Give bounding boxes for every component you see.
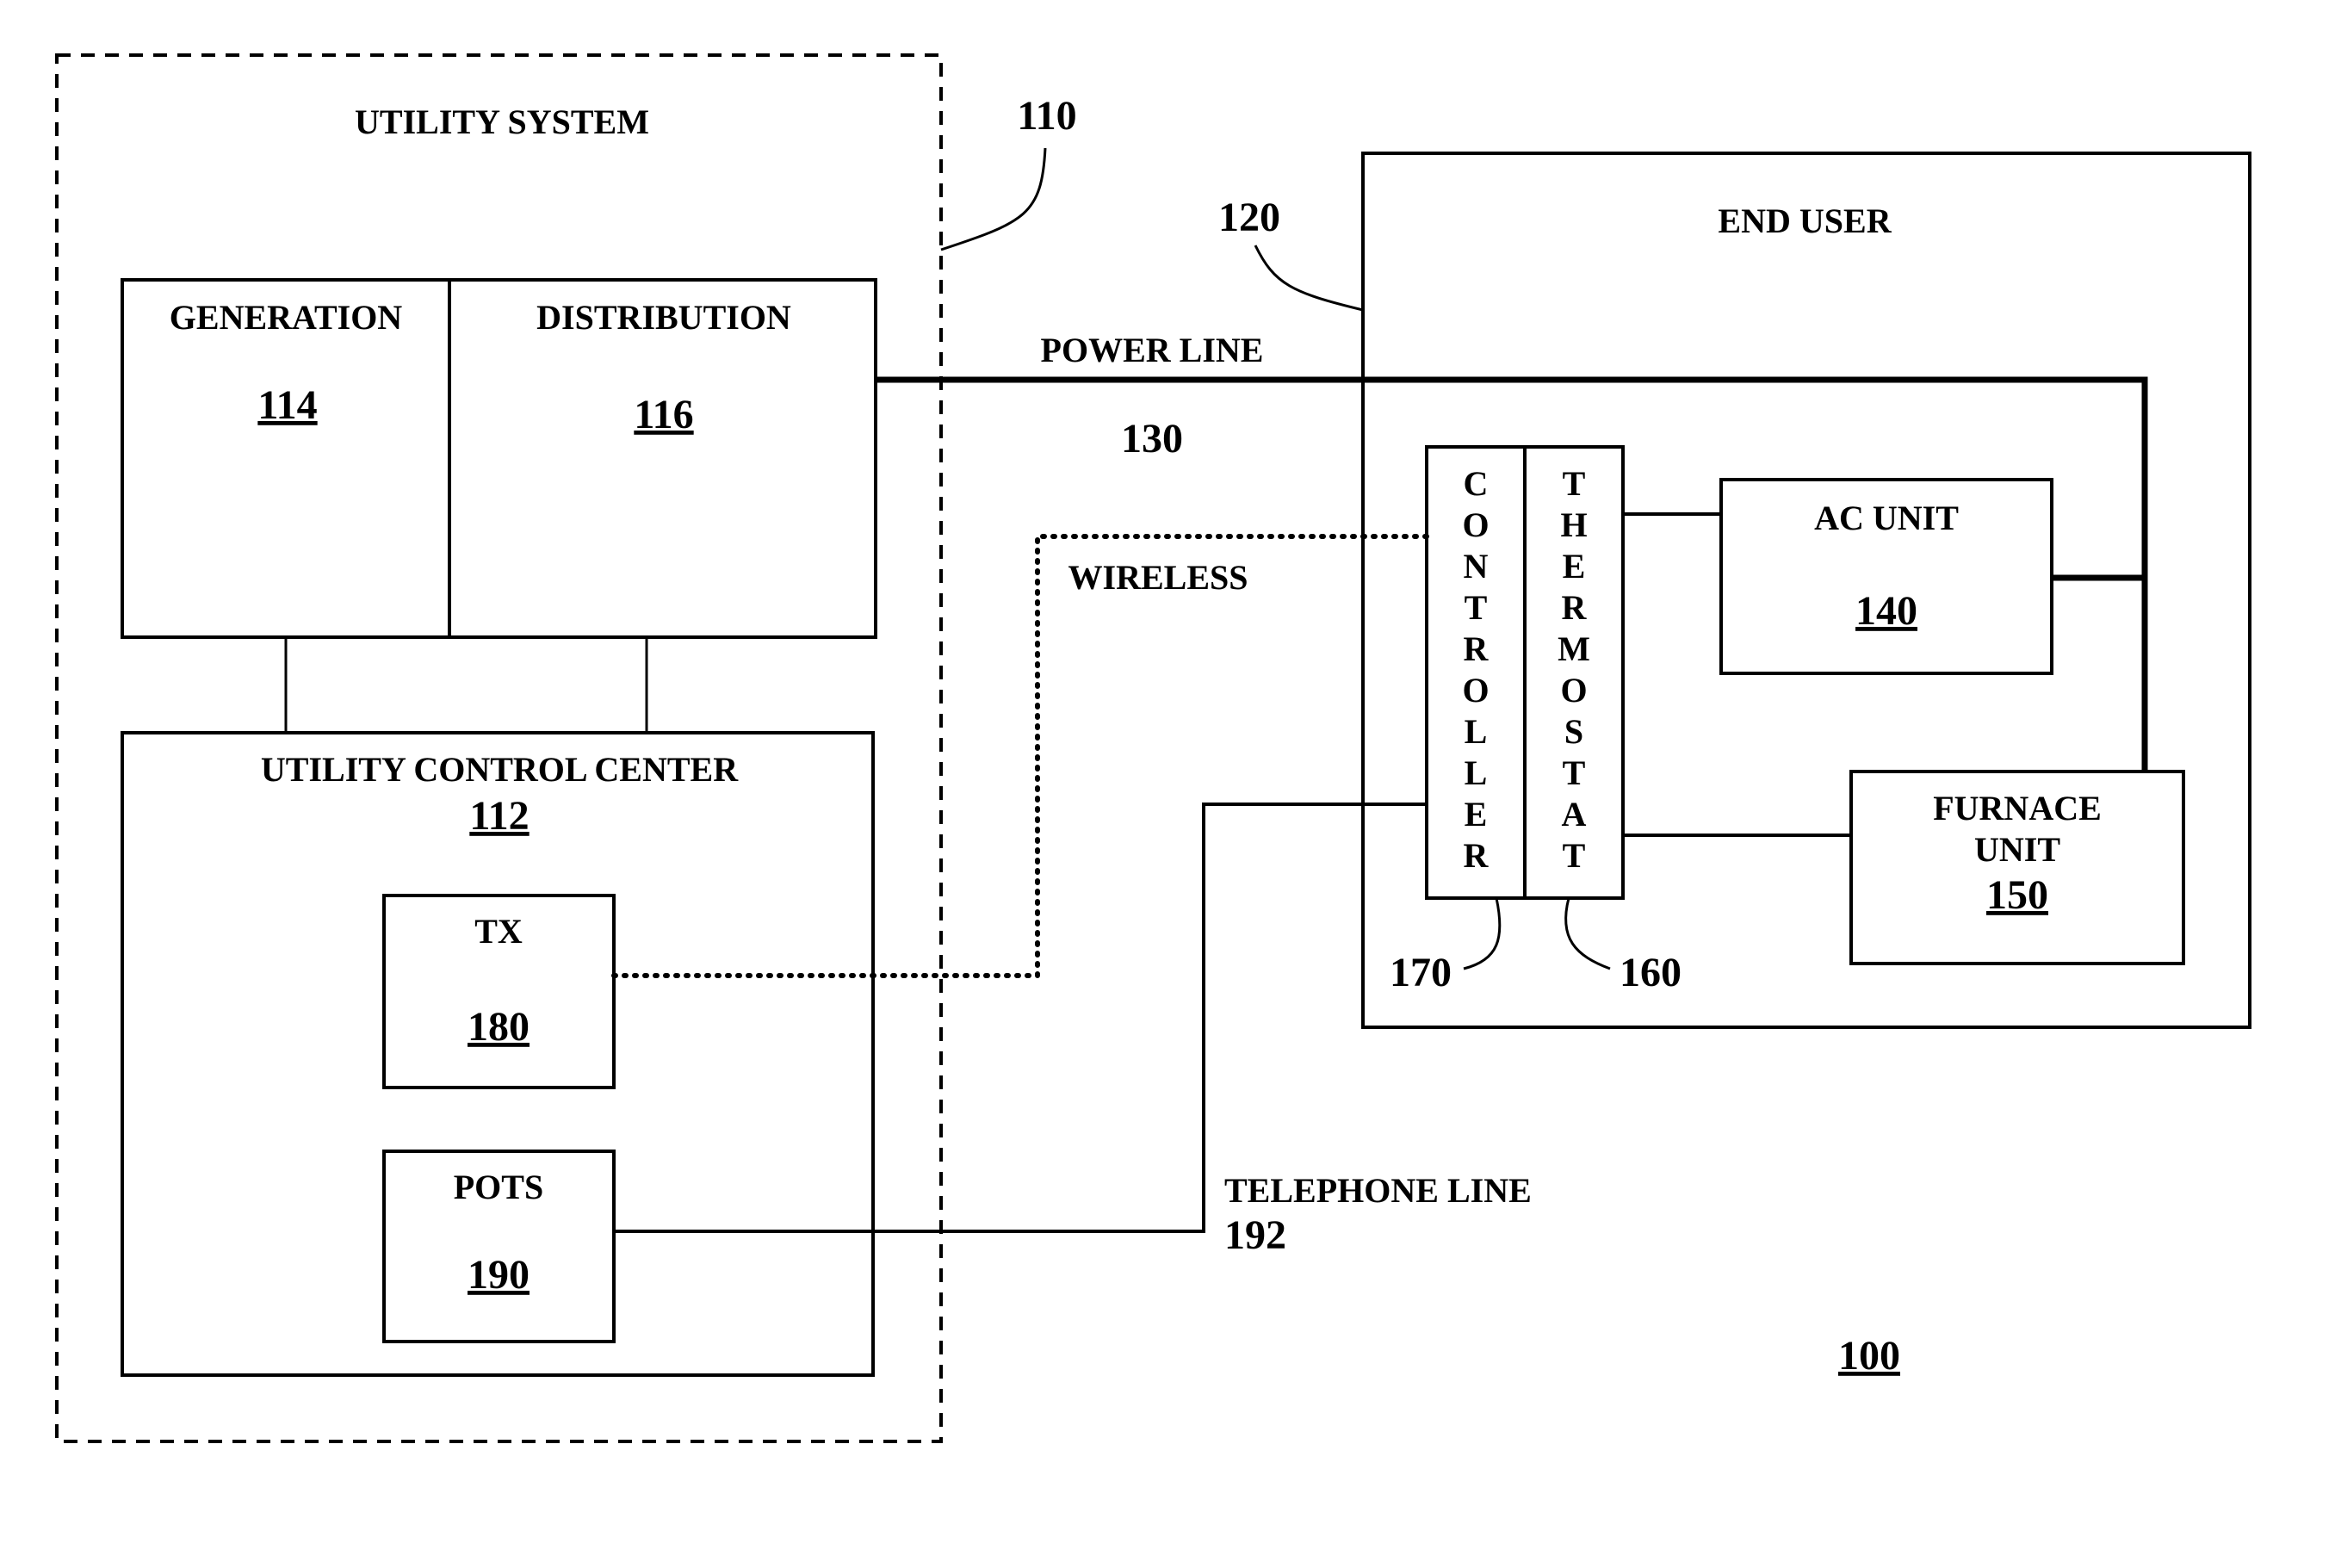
thermostat-letter: T (1563, 753, 1586, 792)
thermostat-label: THERMOSTAT (1558, 464, 1590, 875)
utility-system-ref: 110 (1017, 93, 1076, 139)
furnace-unit-title-2: UNIT (1974, 830, 2060, 869)
utility-system-leader (940, 147, 1047, 251)
tx-title: TX (474, 912, 523, 951)
utility-system-boundary (55, 53, 943, 1443)
controller-label: CONTROLLER (1462, 464, 1489, 875)
power-line-ref: 130 (1121, 416, 1183, 462)
figure-number: 100 (1838, 1333, 1900, 1379)
controller-letter: L (1465, 712, 1488, 751)
end-user-title: END USER (1718, 201, 1892, 240)
tx-ref: 180 (468, 1004, 530, 1050)
thermostat-letter: S (1564, 712, 1583, 751)
power-line (876, 376, 2148, 772)
wireless-title: WIRELESS (1068, 558, 1248, 597)
controller-letter: E (1465, 795, 1488, 834)
end-user-box (1361, 152, 2251, 1029)
thermostat-letter: O (1560, 671, 1587, 710)
thermostat-letter: M (1558, 629, 1590, 668)
control-center-ref: 112 (469, 793, 529, 839)
ac-unit-ref: 140 (1855, 588, 1917, 634)
controller-letter: T (1465, 588, 1488, 627)
controller-letter: C (1464, 464, 1489, 503)
thermostat-ref: 160 (1620, 950, 1682, 995)
thermostat-letter: A (1562, 795, 1587, 834)
controller-letter: R (1464, 629, 1490, 668)
distribution-ref: 116 (634, 392, 693, 437)
thermostat-letter: T (1563, 464, 1586, 503)
controller-letter: O (1462, 505, 1489, 544)
thermostat-leader (1564, 897, 1611, 970)
end-user-ref: 120 (1218, 195, 1280, 240)
furnace-unit-ref: 150 (1986, 872, 2048, 918)
utility-system-title: UTILITY SYSTEM (355, 102, 649, 141)
pots-title: POTS (454, 1168, 543, 1206)
thermostat-letter: T (1563, 836, 1586, 875)
controller-letter: O (1462, 671, 1489, 710)
thermostat-letter: E (1563, 547, 1586, 586)
telephone-line-ref: 192 (1224, 1212, 1286, 1258)
thermostat-letter: R (1562, 588, 1588, 627)
controller-leader (1463, 897, 1502, 970)
control-center-title: UTILITY CONTROL CENTER (261, 750, 739, 789)
diagram-canvas: UTILITY SYSTEM 110 GENERATION 114 DISTRI… (55, 53, 2251, 1443)
power-line-title: POWER LINE (1041, 331, 1264, 369)
furnace-unit-title-1: FURNACE (1933, 789, 2102, 827)
distribution-title: DISTRIBUTION (536, 298, 791, 337)
end-user-leader (1254, 245, 1364, 312)
thermostat-letter: H (1560, 505, 1587, 544)
generation-title: GENERATION (170, 298, 403, 337)
controller-ref: 170 (1390, 950, 1452, 995)
controller-letter: R (1464, 836, 1490, 875)
telephone-line (614, 803, 1427, 1233)
controller-letter: L (1465, 753, 1488, 792)
telephone-line-title: TELEPHONE LINE (1224, 1171, 1532, 1210)
generation-ref: 114 (257, 382, 317, 428)
ac-unit-title: AC UNIT (1814, 499, 1959, 537)
controller-letter: N (1464, 547, 1489, 586)
pots-ref: 190 (468, 1252, 530, 1298)
